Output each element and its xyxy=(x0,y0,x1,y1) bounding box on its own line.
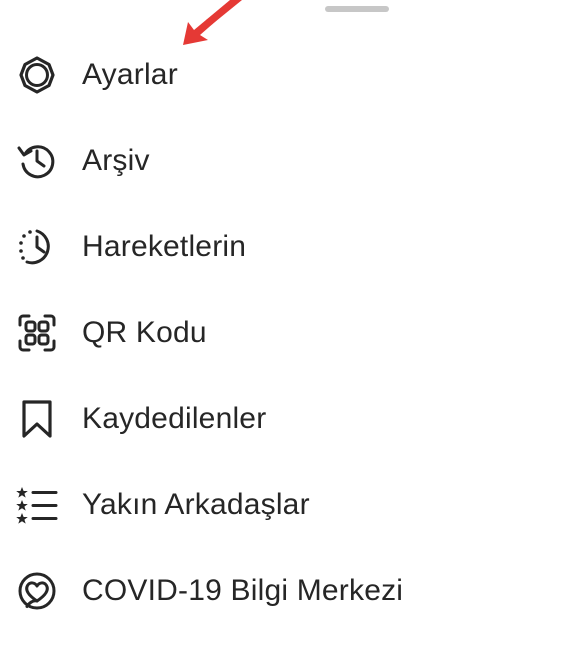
activity-clock-icon xyxy=(14,224,60,270)
menu-item-label: Ayarlar xyxy=(82,58,178,91)
menu-item-qr-code[interactable]: QR Kodu xyxy=(0,290,588,376)
close-friends-list-icon xyxy=(14,482,60,528)
profile-menu-list: Ayarlar Arşiv Hareketlerin QR Kodu Kayde… xyxy=(0,32,588,634)
menu-item-settings[interactable]: Ayarlar xyxy=(0,32,588,118)
gear-icon xyxy=(14,52,60,98)
bookmark-icon xyxy=(14,396,60,442)
menu-item-saved[interactable]: Kaydedilenler xyxy=(0,376,588,462)
menu-item-covid-info[interactable]: COVID-19 Bilgi Merkezi xyxy=(0,548,588,634)
archive-history-icon xyxy=(14,138,60,184)
bottom-sheet-menu: Ayarlar Arşiv Hareketlerin QR Kodu Kayde… xyxy=(0,0,588,646)
drag-handle[interactable] xyxy=(325,6,389,12)
menu-item-label: COVID-19 Bilgi Merkezi xyxy=(82,574,404,607)
menu-item-activity[interactable]: Hareketlerin xyxy=(0,204,588,290)
menu-item-label: QR Kodu xyxy=(82,316,207,349)
menu-item-label: Arşiv xyxy=(82,144,150,177)
qr-code-icon xyxy=(14,310,60,356)
menu-item-label: Yakın Arkadaşlar xyxy=(82,488,310,521)
menu-item-archive[interactable]: Arşiv xyxy=(0,118,588,204)
menu-item-label: Hareketlerin xyxy=(82,230,247,263)
menu-item-label: Kaydedilenler xyxy=(82,402,267,435)
menu-item-close-friends[interactable]: Yakın Arkadaşlar xyxy=(0,462,588,548)
covid-heart-icon xyxy=(14,568,60,614)
